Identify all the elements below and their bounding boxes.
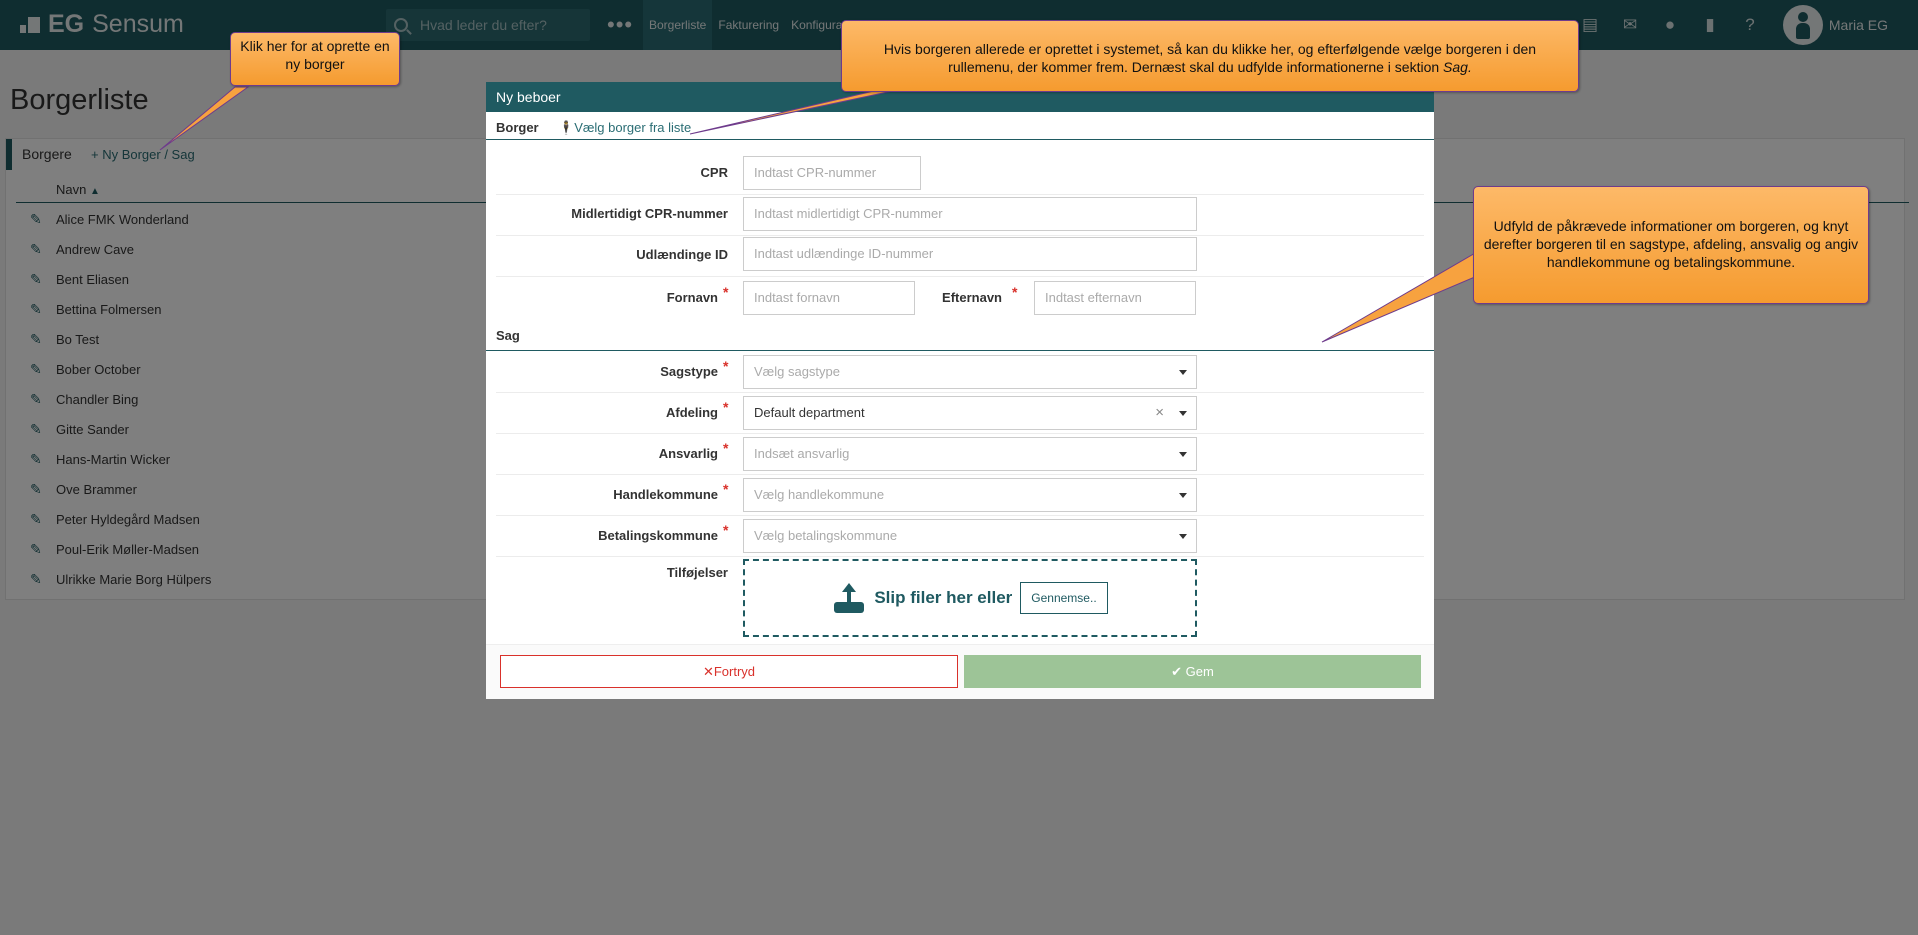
upload-icon — [832, 583, 866, 613]
callout-new-citizen: Klik her for at oprette en ny borger — [230, 32, 400, 86]
dropdown-caret-icon — [1179, 534, 1187, 539]
save-button[interactable]: ✔ Gem — [964, 655, 1421, 688]
department-label: Afdeling — [666, 405, 718, 420]
trade-municipality-label: Handlekommune — [613, 487, 718, 502]
required-marker: * — [723, 440, 729, 456]
callout-existing-citizen: Hvis borgeren allerede er oprettet i sys… — [841, 20, 1579, 92]
first-name-input[interactable]: Indtast fornavn — [743, 281, 915, 315]
clear-icon[interactable]: × — [1155, 397, 1164, 429]
required-marker: * — [723, 284, 729, 300]
close-icon: ✕ — [702, 664, 714, 679]
dropdown-caret-icon — [1179, 493, 1187, 498]
section-title-sag: Sag — [496, 328, 520, 343]
required-marker: * — [723, 481, 729, 497]
temp-cpr-row: Midlertidigt CPR-nummer Indtast midlerti… — [496, 196, 1424, 236]
temp-cpr-label: Midlertidigt CPR-nummer — [571, 206, 728, 221]
trade-municipality-select[interactable]: Vælg handlekommune — [743, 478, 1197, 512]
last-name-input[interactable]: Indtast efternavn — [1034, 281, 1196, 315]
required-marker: * — [723, 399, 729, 415]
responsible-row: Ansvarlig * Indsæt ansvarlig — [496, 434, 1424, 475]
casetype-label: Sagstype — [660, 364, 718, 379]
attachments-label: Tilføjelser — [666, 565, 728, 580]
dropdown-caret-icon — [1179, 452, 1187, 457]
responsible-label: Ansvarlig — [658, 446, 718, 461]
casetype-row: Sagstype * Vælg sagstype — [496, 352, 1424, 393]
pick-citizen-link[interactable]: 🕴Vælg borger fra liste — [558, 120, 691, 136]
dropzone-text: Slip filer her eller — [874, 588, 1013, 607]
foreign-id-input[interactable]: Indtast udlændinge ID-nummer — [743, 237, 1197, 271]
cpr-input[interactable]: Indtast CPR-nummer — [743, 156, 921, 190]
cpr-label: CPR — [700, 165, 728, 180]
casetype-select[interactable]: Vælg sagstype — [743, 355, 1197, 389]
name-row: Fornavn * Indtast fornavn Efternavn * In… — [496, 278, 1424, 322]
required-marker: * — [1012, 284, 1018, 300]
browse-button[interactable]: Gennemse.. — [1020, 582, 1108, 614]
attachments-row: Tilføjelser Slip filer her eller Gennems… — [496, 558, 1424, 638]
trade-municipality-row: Handlekommune * Vælg handlekommune — [496, 475, 1424, 516]
department-row: Afdeling * Default department × — [496, 393, 1424, 434]
pay-municipality-label: Betalingskommune — [598, 528, 718, 543]
section-borger: Borger 🕴Vælg borger fra liste — [486, 112, 1434, 140]
required-marker: * — [723, 358, 729, 374]
person-icon: 🕴 — [558, 120, 575, 135]
department-select[interactable]: Default department × — [743, 396, 1197, 430]
cancel-button[interactable]: ✕Fortryd — [500, 655, 958, 688]
section-sag: Sag — [486, 322, 1434, 351]
dropdown-caret-icon — [1179, 370, 1187, 375]
pay-municipality-select[interactable]: Vælg betalingskommune — [743, 519, 1197, 553]
check-icon: ✔ — [1171, 664, 1186, 679]
first-name-label: Fornavn — [666, 290, 718, 305]
responsible-select[interactable]: Indsæt ansvarlig — [743, 437, 1197, 471]
new-resident-modal: Ny beboer Borger 🕴Vælg borger fra liste … — [486, 82, 1434, 699]
pay-municipality-row: Betalingskommune * Vælg betalingskommune — [496, 516, 1424, 557]
callout-fill-info: Udfyld de påkrævede informationer om bor… — [1473, 186, 1869, 304]
section-title-borger: Borger — [496, 120, 539, 135]
cpr-row: CPR Indtast CPR-nummer — [496, 155, 1424, 195]
dropdown-caret-icon — [1179, 411, 1187, 416]
required-marker: * — [723, 522, 729, 538]
modal-footer: ✕Fortryd ✔ Gem — [486, 644, 1434, 699]
file-dropzone[interactable]: Slip filer her eller Gennemse.. — [743, 559, 1197, 637]
temp-cpr-input[interactable]: Indtast midlertidigt CPR-nummer — [743, 197, 1197, 231]
foreign-id-row: Udlændinge ID Indtast udlændinge ID-numm… — [496, 237, 1424, 277]
last-name-label: Efternavn — [942, 290, 1002, 305]
foreign-id-label: Udlændinge ID — [636, 247, 728, 262]
